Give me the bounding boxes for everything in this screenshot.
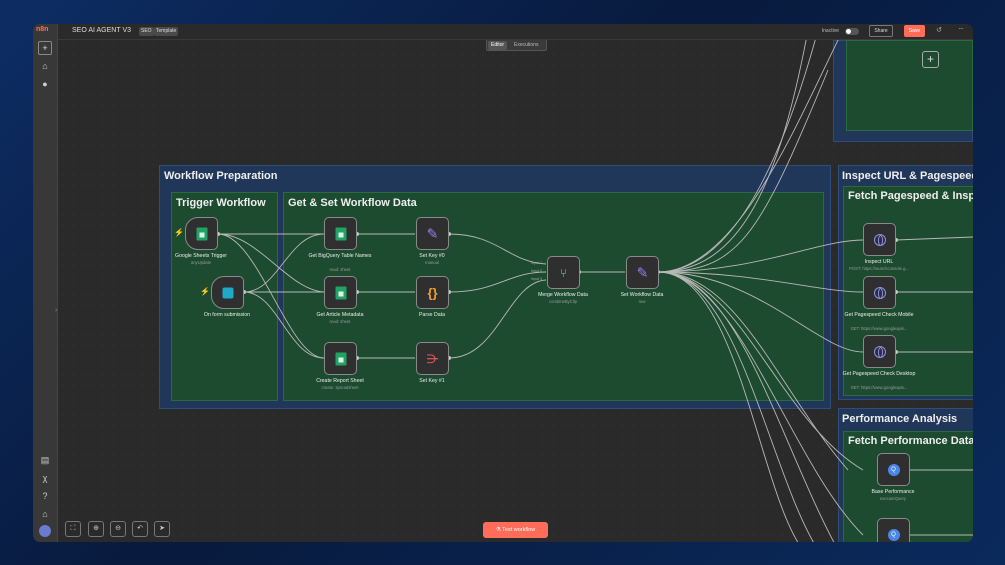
templates-icon[interactable]: ▤ — [38, 453, 52, 467]
plus-icon[interactable]: + — [38, 41, 52, 55]
port-label: Input 3 — [531, 277, 542, 281]
collapse-sidebar-icon[interactable]: › — [55, 307, 57, 314]
node-label: Get BigQuery Table Names — [308, 253, 372, 259]
node-subtitle: executeQuery — [879, 496, 907, 501]
save-button[interactable]: Save — [904, 25, 925, 37]
fit-view-icon[interactable]: ⛶ — [65, 521, 81, 537]
node-create-report-sheet[interactable] — [324, 342, 357, 375]
node-subtitle: create: spreadsheet — [321, 385, 359, 390]
avatar[interactable] — [39, 525, 51, 537]
node-subtitle: read: sheet — [329, 267, 351, 272]
test-workflow-label: Test workflow — [502, 527, 536, 533]
port-label: Input 2 — [531, 269, 542, 273]
trigger-bolt-icon: ⚡ — [200, 287, 210, 296]
history-icon[interactable]: ↺ — [936, 26, 942, 34]
cursor-icon[interactable]: ➤ — [154, 521, 170, 537]
node-set-workflow-data[interactable]: ✎ — [626, 256, 659, 289]
top-bar: SEO AI AGENT V3 SEO Template Inactive Sh… — [58, 24, 973, 40]
node-label: Set Key #0 — [419, 253, 445, 259]
node-label: Get Pagespeed Check Desktop — [842, 371, 916, 377]
google-sheets-icon — [335, 352, 346, 365]
node-subtitle: read: sheet — [329, 319, 351, 324]
node-subtitle: combineByClip — [549, 299, 577, 304]
node-label: Merge Workflow Data — [538, 292, 588, 298]
node-set-key-0[interactable]: ✎ — [416, 217, 449, 250]
filter-icon: ⋺ — [426, 351, 439, 366]
pencil-icon: ✎ — [426, 225, 439, 241]
left-sidebar: n8n + ⌂ ● ▤ χ ? ⌂ — [33, 24, 58, 542]
node-label: Get Pagespeed Check Mobile — [844, 312, 914, 318]
google-sheets-icon — [335, 286, 346, 299]
node-label: Create Report Sheet — [316, 378, 364, 384]
node-label: On form submission — [203, 312, 251, 318]
node-form-submission[interactable] — [211, 276, 244, 309]
node-label: Google Sheets Trigger — [175, 253, 227, 259]
tag-template[interactable]: Template — [154, 27, 179, 36]
node-subtitle: GET: https://www.googleapis... — [850, 326, 908, 331]
node-pagespeed-desktop[interactable] — [863, 335, 896, 368]
active-toggle[interactable] — [845, 28, 859, 35]
node-parse-data[interactable]: {} — [416, 276, 449, 309]
node-google-sheets-trigger[interactable] — [185, 217, 218, 250]
node-pagespeed-mobile[interactable] — [863, 276, 896, 309]
variables-icon[interactable]: χ — [38, 471, 52, 485]
port-label: Input 1 — [531, 261, 542, 265]
trigger-bolt-icon: ⚡ — [174, 228, 184, 237]
globe-icon — [873, 286, 886, 299]
google-sheets-icon — [335, 227, 346, 240]
node-label: Inspect URL — [864, 259, 894, 265]
node-article-metadata[interactable] — [324, 276, 357, 309]
node-subtitle: manual — [425, 260, 439, 265]
share-button[interactable]: Share — [869, 25, 893, 37]
help-icon[interactable]: ? — [38, 489, 52, 503]
tag-seo[interactable]: SEO — [139, 27, 154, 36]
n8n-logo[interactable]: n8n — [36, 26, 56, 35]
pencil-icon: ✎ — [636, 264, 649, 280]
bigquery-icon: Q — [887, 528, 900, 541]
bigquery-icon: Q — [887, 463, 900, 476]
node-subtitle: POST: https://searchconsole.g... — [849, 266, 909, 271]
node-label: Base Performance — [871, 489, 915, 495]
node-bigquery-next[interactable]: Q — [877, 518, 910, 542]
node-label: Parse Data — [419, 312, 445, 318]
node-set-key-1[interactable]: ⋺ — [416, 342, 449, 375]
node-merge-workflow-data[interactable]: ⑂ — [547, 256, 580, 289]
node-label: Get Article Metadata — [316, 312, 364, 318]
merge-icon: ⑂ — [559, 265, 568, 280]
google-sheets-icon — [196, 227, 207, 240]
node-subtitle: raw — [638, 299, 646, 304]
status-label: Inactive — [821, 28, 839, 34]
node-bigquery-table-names[interactable] — [324, 217, 357, 250]
whats-new-icon[interactable]: ⌂ — [38, 507, 52, 521]
zoom-in-icon[interactable]: ⊕ — [88, 521, 104, 537]
globe-icon — [873, 233, 886, 246]
node-label: Set Workflow Data — [620, 292, 664, 298]
workflow-title[interactable]: SEO AI AGENT V3 — [72, 27, 131, 34]
reset-icon[interactable]: ↶ — [132, 521, 148, 537]
workflow-canvas[interactable]: Editor Executions + Workflow Preparation… — [58, 40, 973, 542]
more-options-icon[interactable]: ··· — [958, 24, 964, 33]
node-base-performance[interactable]: Q — [877, 453, 910, 486]
node-subtitle: GET: https://www.googleapis... — [850, 385, 908, 390]
form-icon — [222, 287, 233, 298]
test-workflow-button[interactable]: ⚗ Test workflow — [483, 522, 548, 538]
connections — [216, 40, 973, 542]
node-label: Set Key #1 — [419, 378, 445, 384]
node-inspect-url[interactable] — [863, 223, 896, 256]
home-icon[interactable]: ⌂ — [38, 59, 52, 73]
user-icon[interactable]: ● — [38, 77, 52, 91]
node-subtitle: anyUpdate — [190, 260, 212, 265]
zoom-out-icon[interactable]: ⊖ — [110, 521, 126, 537]
code-braces-icon: {} — [427, 285, 438, 300]
app-window: n8n + ⌂ ● ▤ χ ? ⌂ SEO AI AGENT V3 SEO Te… — [33, 24, 973, 542]
globe-icon — [873, 345, 886, 358]
